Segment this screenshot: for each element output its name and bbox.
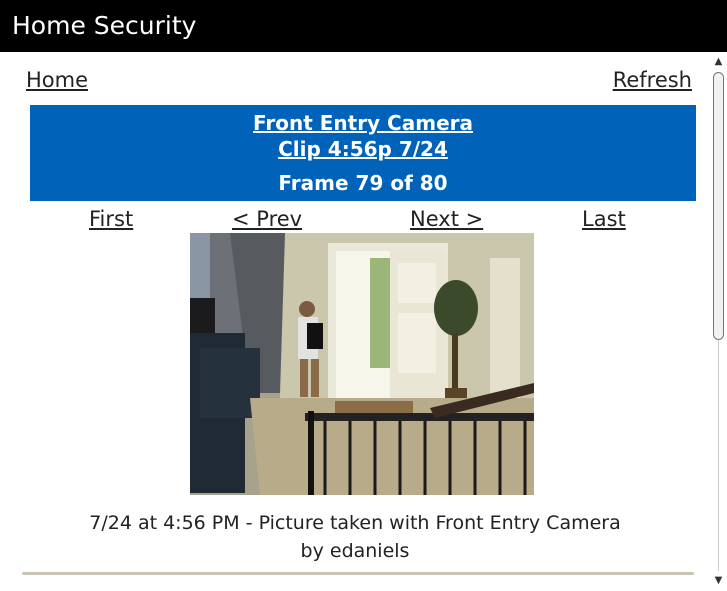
first-frame-link[interactable]: First xyxy=(89,207,133,231)
app-title: Home Security xyxy=(12,11,197,40)
caption-line-1: 7/24 at 4:56 PM - Picture taken with Fro… xyxy=(89,512,621,534)
vertical-scrollbar[interactable]: ▲ ▼ xyxy=(710,52,727,591)
clip-name-link[interactable]: Clip 4:56p 7/24 xyxy=(30,137,696,161)
scroll-thumb[interactable] xyxy=(713,72,724,340)
last-frame-link[interactable]: Last xyxy=(582,207,626,231)
camera-banner: Front Entry Camera Clip 4:56p 7/24 Frame… xyxy=(30,105,696,201)
camera-name-link[interactable]: Front Entry Camera xyxy=(30,111,696,135)
app-title-bar: Home Security xyxy=(0,0,727,52)
divider xyxy=(22,572,694,575)
main-content: Home Refresh Front Entry Camera Clip 4:5… xyxy=(0,52,710,591)
refresh-link[interactable]: Refresh xyxy=(613,68,692,92)
prev-frame-link[interactable]: < Prev xyxy=(232,207,302,231)
home-link[interactable]: Home xyxy=(26,68,88,92)
caption-line-2: by edaniels xyxy=(300,540,410,562)
next-frame-link[interactable]: Next > xyxy=(410,207,483,231)
camera-frame-image xyxy=(190,233,534,495)
arrow-down-icon[interactable]: ▼ xyxy=(712,575,725,587)
top-links: Home Refresh xyxy=(26,68,692,98)
frame-caption: 7/24 at 4:56 PM - Picture taken with Fro… xyxy=(20,509,690,565)
frame-counter: Frame 79 of 80 xyxy=(278,171,448,195)
arrow-up-icon[interactable]: ▲ xyxy=(712,56,725,68)
